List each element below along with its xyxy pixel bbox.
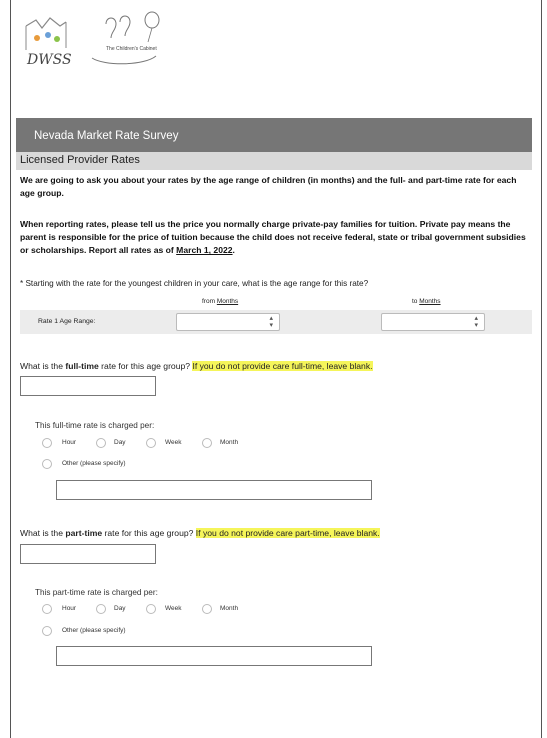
to-months-label: to Months [412,298,441,305]
full-time-question-prefix: What is the [20,361,66,371]
part-time-question-prefix: What is the [20,528,66,538]
part-time-other-option: Other (please specify) [42,626,202,638]
part-time-charged-per-label: This part-time rate is charged per: [35,588,158,597]
full-time-other-label: Other (please specify) [62,460,126,467]
part-time-hint: If you do not provide care part-time, le… [195,528,380,538]
full-time-day-radio[interactable] [96,438,106,448]
to-months-select[interactable]: ▴ ▾ [381,313,485,331]
age-range-question: * Starting with the rate for the younges… [20,279,369,288]
part-time-hour-radio[interactable] [42,604,52,614]
part-time-week-radio[interactable] [146,604,156,614]
part-time-hour-label: Hour [62,605,77,612]
intro-paragraph-2-main: When reporting rates, please tell us the… [20,219,526,255]
from-months-label: from Months [202,298,238,305]
full-time-question-suffix: rate for this age group? [98,361,193,371]
full-time-week-radio[interactable] [146,438,156,448]
full-time-month-label: Month [220,439,239,446]
part-time-other-radio[interactable] [42,626,52,636]
section-title: Licensed Provider Rates [20,154,140,166]
updown-arrows-icon: ▴ ▾ [474,315,478,329]
part-time-period-options: Hour Day Week Month [42,604,262,616]
updown-arrows-icon: ▴ ▾ [269,315,273,329]
part-time-month-radio[interactable] [202,604,212,614]
svg-text:The Children's Cabinet: The Children's Cabinet [106,46,157,52]
full-time-hint: If you do not provide care full-time, le… [192,361,373,371]
part-time-question-suffix: rate for this age group? [102,528,196,538]
part-time-question: What is the part-time rate for this age … [20,528,380,538]
section-title-bar: Licensed Provider Rates [16,152,532,170]
part-time-month-label: Month [220,605,239,612]
to-unit: Months [419,298,441,305]
full-time-other-radio[interactable] [42,459,52,469]
dwss-logo-text: DWSS [26,52,72,68]
full-time-day-label: Day [114,439,126,446]
full-time-other-option: Other (please specify) [42,459,202,471]
from-prefix: from [202,298,217,305]
part-time-question-bold: part-time [65,528,103,538]
part-time-week-label: Week [165,605,182,612]
survey-title: Nevada Market Rate Survey [34,130,179,142]
from-months-select[interactable]: ▴ ▾ [176,313,280,331]
intro-paragraph-2: When reporting rates, please tell us the… [20,218,532,257]
full-time-question-bold: full-time [65,361,99,371]
from-unit: Months [216,298,239,305]
childrens-cabinet-logo-icon: The Children's Cabinet [91,11,160,65]
full-time-question: What is the full-time rate for this age … [20,361,373,371]
full-time-week-label: Week [165,439,182,446]
intro-paragraph-2-end: . [232,245,235,255]
full-time-other-input[interactable] [56,480,372,500]
full-time-month-radio[interactable] [202,438,212,448]
full-time-period-options: Hour Day Week Month [42,438,262,450]
full-time-rate-input[interactable] [20,376,156,396]
part-time-day-radio[interactable] [96,604,106,614]
rates-date: March 1, 2022 [176,245,233,255]
survey-title-bar: Nevada Market Rate Survey [16,118,532,152]
full-time-hour-label: Hour [62,439,77,446]
part-time-rate-input[interactable] [20,544,156,564]
full-time-charged-per-label: This full-time rate is charged per: [35,421,155,430]
full-time-hour-radio[interactable] [42,438,52,448]
part-time-other-input[interactable] [56,646,372,666]
part-time-day-label: Day [114,605,126,612]
age-range-row-label: Rate 1 Age Range: [38,318,96,325]
cabinet-logo-text: The Children's Cabinet [106,46,157,52]
intro-paragraph-1: We are going to ask you about your rates… [20,175,517,198]
part-time-other-label: Other (please specify) [62,627,126,634]
age-range-row: Rate 1 Age Range: ▴ ▾ ▴ ▾ [20,310,532,334]
